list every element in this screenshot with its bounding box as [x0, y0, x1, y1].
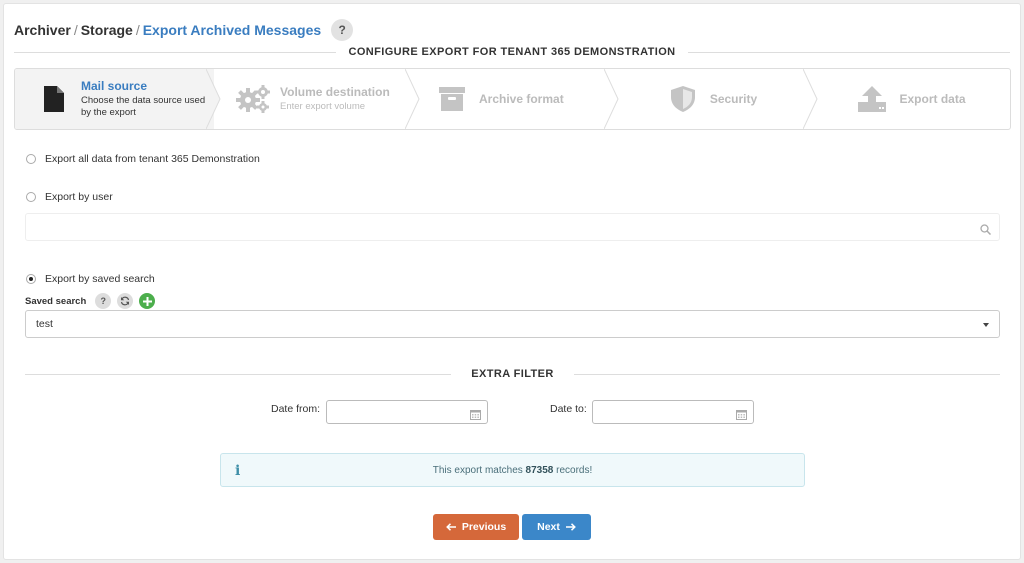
calendar-icon[interactable]	[470, 407, 481, 425]
main-panel: Archiver / Storage / Export Archived Mes…	[3, 3, 1021, 560]
saved-search-select[interactable]: test	[25, 310, 1000, 338]
upload-icon	[855, 84, 889, 114]
arrow-left-icon	[445, 523, 456, 531]
option-label: Export all data from tenant 365 Demonstr…	[45, 153, 260, 165]
chevron-down-icon	[983, 323, 989, 327]
gears-icon	[236, 84, 270, 114]
info-icon: i	[235, 463, 241, 479]
export-wizard: Mail source Choose the data source used …	[14, 68, 1011, 130]
saved-search-help-button[interactable]: ?	[95, 293, 112, 309]
info-text: This export matches 87358 records!	[433, 465, 593, 476]
info-suffix: records!	[556, 464, 593, 476]
step-chevron	[604, 69, 619, 129]
file-icon	[37, 84, 71, 114]
option-label: Export by user	[45, 191, 113, 203]
arrow-right-icon	[565, 523, 576, 531]
option-label: Export by saved search	[45, 273, 155, 285]
info-prefix: This export matches	[432, 464, 523, 476]
wizard-step-export-data[interactable]: Export data	[811, 69, 1010, 129]
next-label: Next	[537, 521, 560, 533]
add-saved-search-icon[interactable]	[139, 293, 156, 309]
saved-search-selected-value: test	[36, 318, 53, 330]
step-subtitle: Choose the data source used by the expor…	[81, 95, 206, 118]
previous-button[interactable]: Previous	[433, 514, 519, 540]
previous-label: Previous	[461, 521, 507, 533]
export-match-info: i This export matches 87358 records!	[220, 453, 805, 487]
breadcrumb-separator: /	[135, 22, 140, 38]
step-chevron	[405, 69, 420, 129]
extra-filter-title-row: EXTRA FILTER	[25, 368, 1001, 380]
wizard-step-mail-source[interactable]: Mail source Choose the data source used …	[15, 69, 221, 129]
archive-box-icon	[435, 84, 469, 114]
configure-title: CONFIGURE EXPORT FOR TENANT 365 DEMONSTR…	[348, 46, 676, 58]
step-title: Security	[709, 92, 758, 106]
configure-title-row: CONFIGURE EXPORT FOR TENANT 365 DEMONSTR…	[14, 46, 1011, 58]
option-export-by-user[interactable]: Export by user	[26, 191, 113, 203]
radio-export-by-user[interactable]	[26, 192, 36, 202]
help-button[interactable]: ?	[331, 19, 354, 41]
step-chevron	[206, 69, 221, 129]
date-from-input[interactable]	[326, 400, 488, 424]
wizard-step-volume-destination[interactable]: Volume destination Enter export volume	[214, 69, 420, 129]
date-to-input[interactable]	[592, 400, 754, 424]
breadcrumb-archiver[interactable]: Archiver	[14, 22, 71, 38]
step-chevron	[803, 69, 818, 129]
date-to-label: Date to:	[550, 403, 587, 415]
date-from-label: Date from:	[271, 403, 321, 415]
divider	[687, 51, 1011, 53]
breadcrumb-separator: /	[73, 22, 78, 38]
saved-search-label: Saved search	[25, 295, 87, 307]
wizard-step-security[interactable]: Security	[612, 69, 818, 129]
radio-export-by-saved-search[interactable]	[26, 274, 36, 284]
radio-export-all[interactable]	[26, 154, 36, 164]
user-search-input[interactable]	[26, 214, 999, 240]
option-export-all[interactable]: Export all data from tenant 365 Demonstr…	[26, 153, 260, 165]
breadcrumb: Archiver / Storage / Export Archived Mes…	[14, 18, 354, 42]
refresh-icon[interactable]	[117, 293, 134, 309]
step-title: Volume destination	[280, 85, 390, 99]
search-icon[interactable]	[980, 222, 992, 240]
divider	[573, 373, 1001, 375]
step-title: Archive format	[479, 92, 564, 106]
wizard-step-archive-format[interactable]: Archive format	[413, 69, 619, 129]
step-title: Mail source	[81, 79, 148, 93]
step-subtitle: Enter export volume	[280, 101, 366, 112]
breadcrumb-current: Export Archived Messages	[142, 22, 322, 38]
breadcrumb-storage[interactable]: Storage	[81, 22, 133, 38]
next-button[interactable]: Next	[522, 514, 591, 540]
record-count: 87358	[525, 464, 554, 476]
step-title: Export data	[899, 92, 966, 106]
user-search-box	[25, 213, 1000, 241]
saved-search-label-row: Saved search ?	[25, 293, 156, 309]
option-export-by-saved-search[interactable]: Export by saved search	[26, 273, 155, 285]
calendar-icon[interactable]	[736, 407, 747, 425]
shield-icon	[666, 84, 700, 114]
extra-filter-title: EXTRA FILTER	[471, 368, 554, 380]
divider	[25, 373, 452, 375]
divider	[14, 51, 337, 53]
